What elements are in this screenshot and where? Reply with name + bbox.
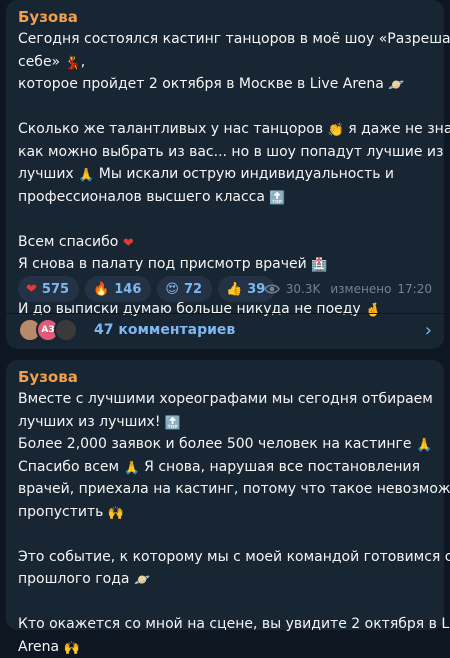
reactions-bar: ❤ 575 🔥 146 😍 72 👍 39 <box>18 276 276 302</box>
crossed-fingers-icon: 🤞 <box>365 303 382 318</box>
heart-eyes-icon: 😍 <box>165 281 179 297</box>
comments-button[interactable]: АЗ 47 комментариев › <box>18 317 432 343</box>
top-arrow-icon: 🔝 <box>269 190 286 206</box>
thumbs-up-icon: 👍 <box>226 281 243 297</box>
channel-post-1: Бузова Сегодня состоялся кастинг танцоро… <box>6 0 450 349</box>
praying-hands-icon: 🙏 <box>415 438 433 453</box>
clapping-hands-icon: 👏 <box>327 123 344 138</box>
hospital-icon: 🏥 <box>311 258 328 273</box>
eye-icon <box>263 284 280 294</box>
view-count: 30.3K <box>285 282 321 296</box>
dancer-icon: 💃 <box>64 55 81 71</box>
channel-post-2: Бузова Вместе с лучшими хореографами мы … <box>6 360 450 655</box>
post-author[interactable]: Бузова <box>18 366 432 388</box>
reaction-heart-eyes[interactable]: 😍 72 <box>157 276 213 302</box>
edited-label: изменено <box>330 282 392 296</box>
praying-hands-icon: 🙏 <box>78 168 95 183</box>
post-time: 17:20 <box>397 282 432 296</box>
praying-hands-icon: 🙏 <box>123 460 140 476</box>
chevron-right-icon: › <box>424 319 432 341</box>
raised-hands-icon: 🙌 <box>107 505 125 521</box>
top-arrow-icon: 🔝 <box>164 415 182 431</box>
heart-icon: ❤ <box>26 281 37 297</box>
raised-hands-icon: 🙌 <box>63 640 80 656</box>
post-author[interactable]: Бузова <box>18 6 432 28</box>
fire-icon: 🔥 <box>93 281 110 297</box>
red-heart-icon: ❤ <box>122 235 134 251</box>
post-text: Вместе с лучшими хореографами мы сегодня… <box>18 391 450 656</box>
saturn-icon: 🪐 <box>133 573 151 588</box>
divider <box>6 313 444 314</box>
commenter-avatars: АЗ <box>18 318 78 342</box>
reaction-heart[interactable]: ❤ 575 <box>18 276 80 302</box>
avatar <box>54 318 78 342</box>
post-meta: 30.3K изменено 17:20 <box>263 282 432 296</box>
comments-count: 47 комментариев <box>94 322 236 338</box>
saturn-icon: 🪐 <box>388 78 405 93</box>
reaction-fire[interactable]: 🔥 146 <box>85 276 152 302</box>
